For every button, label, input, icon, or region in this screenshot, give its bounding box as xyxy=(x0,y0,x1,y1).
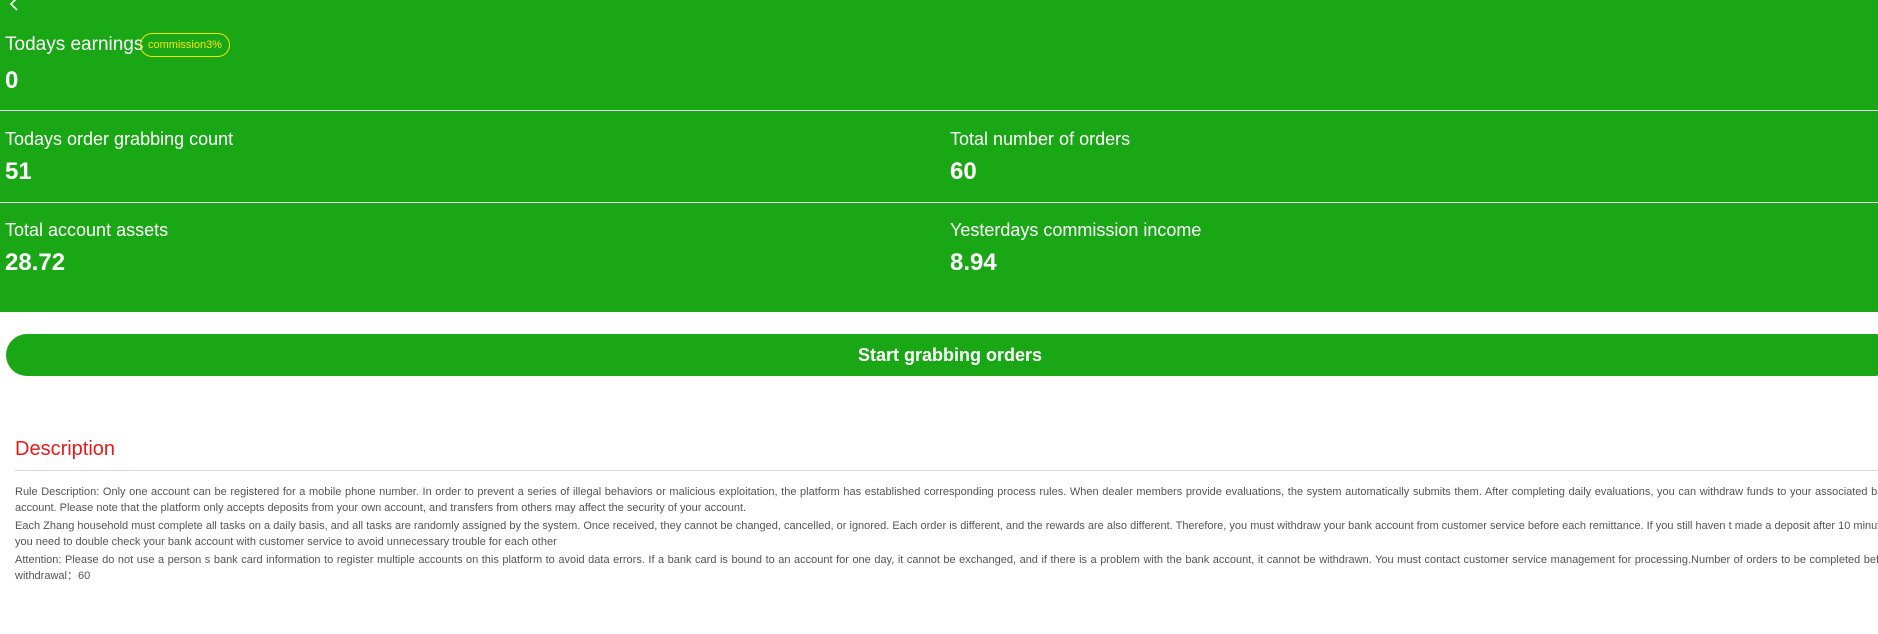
start-grabbing-label: Start grabbing orders xyxy=(857,345,1043,365)
description-title: Description xyxy=(15,438,116,460)
grab-count-label: Todays order grabbing count xyxy=(5,129,234,149)
todays-earnings-value: 0 xyxy=(5,67,19,94)
account-assets-label: Total account assets xyxy=(5,220,169,240)
yesterday-commission-label: Yesterdays commission income xyxy=(950,220,1202,240)
total-orders-value: 60 xyxy=(950,158,977,185)
account-assets-value: 28.72 xyxy=(5,249,66,276)
attention-paragraph: Attention: Please do not use a person s … xyxy=(15,554,1878,582)
stats-header: Todays earnings commission3% 0 Todays or… xyxy=(0,0,1878,312)
description-divider xyxy=(15,470,1878,471)
stats-divider xyxy=(0,202,1878,203)
stats-divider xyxy=(0,110,1878,111)
commission-badge: commission3% xyxy=(140,33,230,57)
grab-count-value: 51 xyxy=(5,158,32,185)
rule-description-paragraph: Rule Description: Only one account can b… xyxy=(15,486,1878,514)
todays-earnings-label: Todays earnings xyxy=(5,34,144,55)
yesterday-commission-value: 8.94 xyxy=(950,249,997,276)
total-orders-label: Total number of orders xyxy=(950,129,1131,149)
task-rules-paragraph: Each Zhang household must complete all t… xyxy=(15,520,1878,548)
back-chevron-icon[interactable] xyxy=(6,0,22,12)
start-grabbing-button[interactable]: Start grabbing orders xyxy=(6,334,1878,376)
